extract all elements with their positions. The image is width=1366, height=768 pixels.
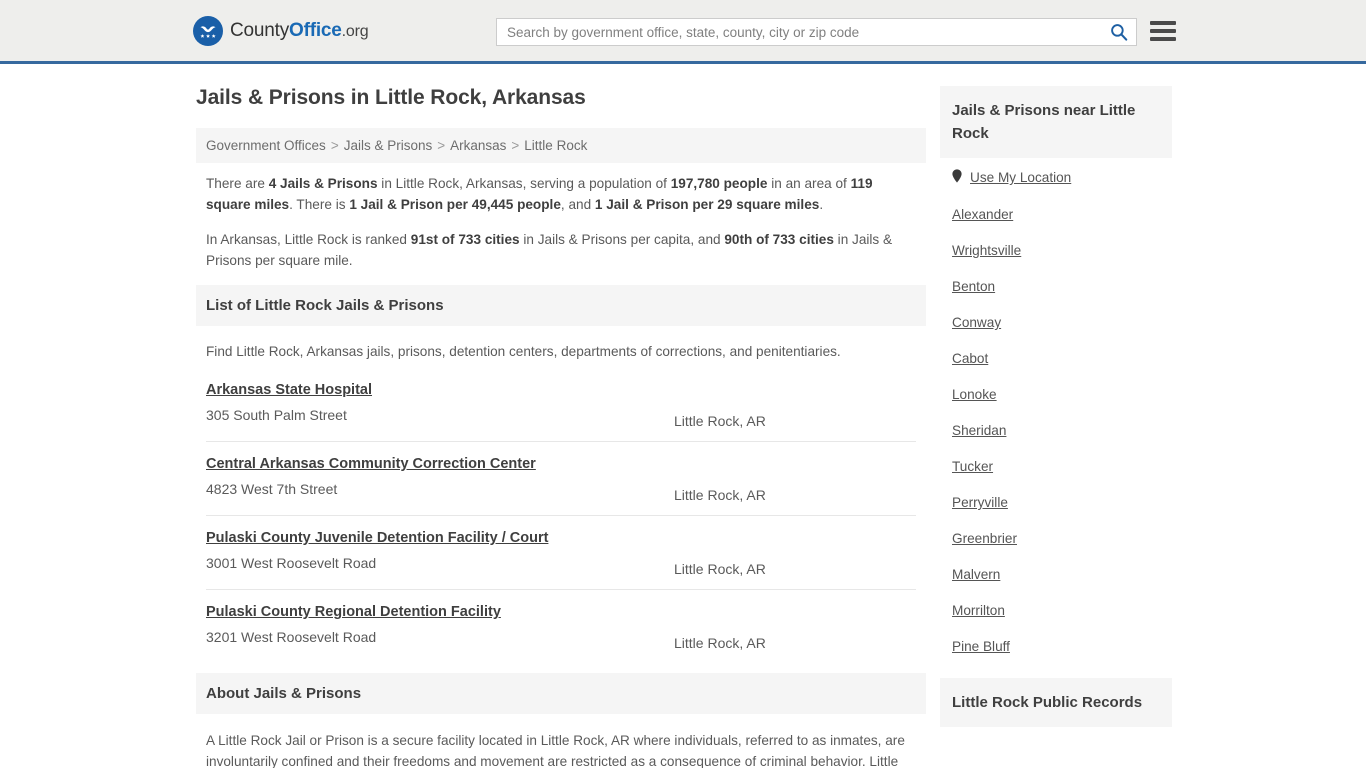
menu-bar-2	[1150, 29, 1176, 33]
logo-prefix: County	[230, 19, 290, 41]
search-bar[interactable]	[496, 18, 1137, 46]
stat-population: 197,780 people	[670, 176, 768, 191]
breadcrumb: Government Offices > Jails & Prisons > A…	[196, 128, 926, 163]
eagle-shield-icon	[193, 15, 223, 46]
site-header: CountyOffice.org	[0, 0, 1366, 64]
list-section-heading: List of Little Rock Jails & Prisons	[196, 285, 926, 326]
city-link[interactable]: Tucker	[952, 459, 993, 474]
list-item[interactable]: Central Arkansas Community Correction Ce…	[206, 442, 916, 516]
city-link[interactable]: Conway	[952, 315, 1001, 330]
list-item[interactable]: Arkansas State Hospital 305 South Palm S…	[206, 368, 916, 442]
intro-text: There are	[206, 176, 269, 191]
rank-per-square-mile: 90th of 733 cities	[724, 232, 834, 247]
sidebar-item-city[interactable]: Benton	[952, 268, 1160, 304]
site-logo[interactable]: CountyOffice.org	[193, 15, 369, 46]
logo-suffix: .org	[341, 22, 369, 40]
stat-per-area: 1 Jail & Prison per 29 square miles	[594, 197, 820, 212]
list-item[interactable]: Pulaski County Juvenile Detention Facili…	[206, 516, 916, 590]
city-link[interactable]: Benton	[952, 279, 995, 294]
city-link[interactable]: Perryville	[952, 495, 1008, 510]
city-link[interactable]: Malvern	[952, 567, 1000, 582]
page-title: Jails & Prisons in Little Rock, Arkansas	[196, 86, 586, 109]
breadcrumb-separator: >	[437, 138, 446, 153]
facility-city: Little Rock, AR	[674, 487, 766, 503]
menu-bar-1	[1150, 21, 1176, 25]
city-link[interactable]: Pine Bluff	[952, 639, 1010, 654]
sidebar-item-city[interactable]: Morrilton	[952, 592, 1160, 628]
logo-wordmark: CountyOffice.org	[230, 19, 369, 42]
breadcrumb-separator: >	[330, 138, 339, 153]
facility-name-link[interactable]: Pulaski County Regional Detention Facili…	[206, 604, 916, 620]
list-section-description: Find Little Rock, Arkansas jails, prison…	[206, 344, 841, 359]
search-icon	[1111, 24, 1128, 41]
about-section-body: A Little Rock Jail or Prison is a secure…	[196, 714, 926, 768]
city-link[interactable]: Greenbrier	[952, 531, 1017, 546]
intro-text: in Little Rock, Arkansas, serving a popu…	[377, 176, 671, 191]
facility-city: Little Rock, AR	[674, 413, 766, 429]
content-container: Jails & Prisons in Little Rock, Arkansas…	[188, 86, 1178, 768]
breadcrumb-separator: >	[511, 138, 520, 153]
sidebar-item-city[interactable]: Cabot	[952, 340, 1160, 376]
menu-bar-3	[1150, 37, 1176, 41]
hamburger-menu-icon[interactable]	[1150, 19, 1176, 43]
main-column: Jails & Prisons in Little Rock, Arkansas…	[196, 86, 926, 768]
sidebar-item-city[interactable]: Pine Bluff	[952, 628, 1160, 664]
sidebar-item-city[interactable]: Sheridan	[952, 412, 1160, 448]
breadcrumb-item-government-offices[interactable]: Government Offices	[206, 138, 326, 153]
stat-count: 4 Jails & Prisons	[268, 176, 378, 191]
rank-per-capita: 91st of 733 cities	[410, 232, 520, 247]
intro-text: .	[819, 197, 824, 212]
sidebar-public-records-heading: Little Rock Public Records	[940, 678, 1172, 727]
intro-paragraph-statistics: There are 4 Jails & Prisons in Little Ro…	[206, 173, 916, 215]
search-button[interactable]	[1102, 19, 1136, 45]
facility-name-link[interactable]: Pulaski County Juvenile Detention Facili…	[206, 530, 916, 546]
page-body: Jails & Prisons in Little Rock, Arkansas…	[0, 64, 1366, 768]
intro-text: In Arkansas, Little Rock is ranked	[206, 232, 411, 247]
about-paragraph: A Little Rock Jail or Prison is a secure…	[206, 733, 905, 768]
intro-section: There are 4 Jails & Prisons in Little Ro…	[196, 163, 926, 271]
use-my-location-link[interactable]: Use My Location	[970, 170, 1071, 185]
facility-address: 3201 West Roosevelt Road	[206, 629, 377, 645]
facility-city: Little Rock, AR	[674, 561, 766, 577]
facility-city: Little Rock, AR	[674, 635, 766, 651]
sidebar-item-use-my-location[interactable]: Use My Location	[952, 158, 1160, 196]
sidebar-item-city[interactable]: Lonoke	[952, 376, 1160, 412]
sidebar-item-city[interactable]: Conway	[952, 304, 1160, 340]
city-link[interactable]: Alexander	[952, 207, 1013, 222]
facility-address: 4823 West 7th Street	[206, 481, 338, 497]
facility-address: 3001 West Roosevelt Road	[206, 555, 377, 571]
breadcrumb-item-arkansas[interactable]: Arkansas	[450, 138, 506, 153]
city-link[interactable]: Cabot	[952, 351, 988, 366]
jails-prisons-list: Arkansas State Hospital 305 South Palm S…	[196, 368, 926, 663]
sidebar-item-city[interactable]: Wrightsville	[952, 232, 1160, 268]
facility-address: 305 South Palm Street	[206, 407, 347, 423]
city-link[interactable]: Wrightsville	[952, 243, 1021, 258]
city-link[interactable]: Lonoke	[952, 387, 997, 402]
city-link[interactable]: Sheridan	[952, 423, 1006, 438]
list-item[interactable]: Pulaski County Regional Detention Facili…	[206, 590, 916, 663]
sidebar-nearby-heading: Jails & Prisons near Little Rock	[940, 86, 1172, 158]
intro-text: , and	[560, 197, 595, 212]
search-input[interactable]	[497, 19, 1102, 45]
sidebar: Jails & Prisons near Little Rock Use My …	[940, 86, 1172, 768]
intro-text: in Jails & Prisons per capita, and	[519, 232, 725, 247]
intro-paragraph-ranking: In Arkansas, Little Rock is ranked 91st …	[206, 229, 916, 271]
facility-name-link[interactable]: Central Arkansas Community Correction Ce…	[206, 456, 916, 472]
logo-bold: Office	[289, 19, 342, 41]
facility-name-link[interactable]: Arkansas State Hospital	[206, 382, 916, 398]
about-section-heading: About Jails & Prisons	[196, 673, 926, 714]
sidebar-nearby-list: Use My Location Alexander Wrightsville B…	[940, 158, 1172, 664]
sidebar-item-city[interactable]: Perryville	[952, 484, 1160, 520]
stat-per-people: 1 Jail & Prison per 49,445 people	[349, 197, 561, 212]
map-pin-icon	[952, 169, 962, 186]
intro-text: . There is	[289, 197, 350, 212]
intro-text: in an area of	[767, 176, 851, 191]
sidebar-item-city[interactable]: Alexander	[952, 196, 1160, 232]
breadcrumb-item-jails-prisons[interactable]: Jails & Prisons	[344, 138, 433, 153]
city-link[interactable]: Morrilton	[952, 603, 1005, 618]
sidebar-item-city[interactable]: Malvern	[952, 556, 1160, 592]
sidebar-item-city[interactable]: Greenbrier	[952, 520, 1160, 556]
breadcrumb-item-little-rock[interactable]: Little Rock	[524, 138, 587, 153]
sidebar-item-city[interactable]: Tucker	[952, 448, 1160, 484]
